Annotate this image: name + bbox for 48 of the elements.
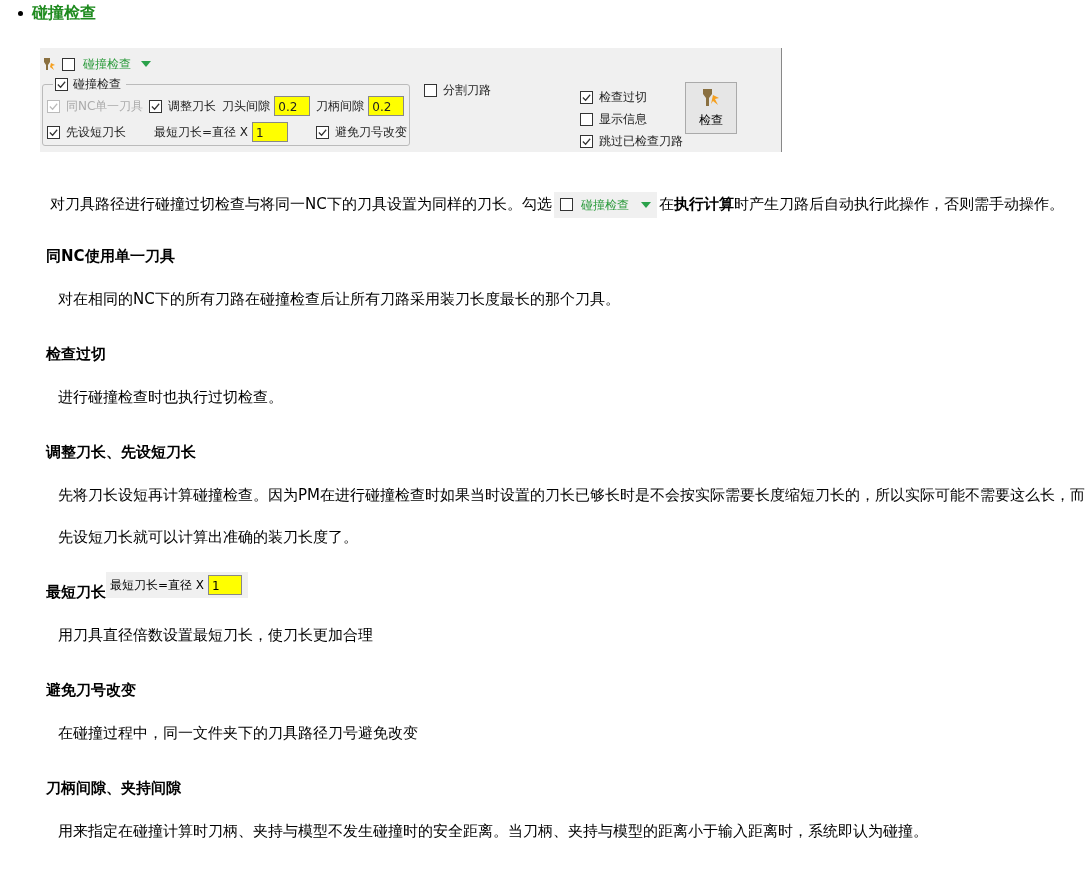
- check-button[interactable]: 检查: [685, 82, 737, 134]
- subsection-title: 调整刀长、先设短刀长: [46, 443, 196, 463]
- field-label: 刀头间隙: [222, 97, 271, 115]
- checkbox[interactable]: [55, 78, 68, 91]
- paragraph-text: 对刀具路径进行碰撞过切检查与将同一NC下的刀具设置为同样的刀长。勾选: [50, 195, 552, 213]
- checkbox-label: 调整刀长: [168, 97, 217, 115]
- checkbox-label: 显示信息: [599, 111, 647, 128]
- cutter-icon: [42, 57, 56, 71]
- checkbox[interactable]: [316, 125, 330, 139]
- field-label: 最短刀长=直径 X: [154, 123, 249, 141]
- checkbox-label: 避免刀号改变: [335, 123, 408, 141]
- field-label: 刀柄间隙: [316, 97, 365, 115]
- toolbar-label: 碰撞检查: [580, 196, 629, 214]
- checkbox-label: 跳过已检查刀路: [599, 133, 683, 150]
- checkbox[interactable]: [580, 135, 593, 148]
- bullet-icon: [18, 10, 23, 16]
- description-text: 在碰撞过程中，同一文件夹下的刀具路径刀号避免改变: [57, 723, 419, 744]
- input-field[interactable]: 0.2: [368, 96, 405, 116]
- input-field[interactable]: 0.2: [274, 96, 311, 116]
- checkbox-label: 分割刀路: [443, 82, 491, 99]
- checkbox[interactable]: [424, 84, 437, 97]
- checkbox[interactable]: [62, 57, 75, 71]
- group-title: 碰撞检查: [73, 76, 121, 93]
- cutter-collision-icon: [701, 87, 721, 108]
- checkbox[interactable]: [149, 99, 163, 113]
- input-field: 1: [208, 575, 243, 595]
- checkbox[interactable]: [47, 125, 60, 139]
- checkbox-label: 检查过切: [599, 89, 647, 106]
- checkbox[interactable]: [559, 198, 573, 211]
- section-heading: 碰撞检查: [32, 2, 96, 24]
- field-label: 最短刀长=直径 X: [110, 576, 205, 594]
- input-field[interactable]: 1: [252, 122, 289, 142]
- subsection-title: 避免刀号改变: [46, 681, 136, 701]
- caret-icon: [640, 201, 651, 208]
- subsection-title: 刀柄间隙、夹持间隙: [46, 779, 181, 799]
- checkbox[interactable]: [580, 113, 593, 126]
- checkbox[interactable]: [580, 91, 593, 104]
- subsection-title: 同NC使用单一刀具: [46, 247, 175, 267]
- subsection-title: 最短刀长: [46, 583, 106, 603]
- paragraph-text: 在执行计算时产生刀路后自动执行此操作，否则需手动操作。: [658, 195, 1064, 213]
- caret-icon[interactable]: [141, 61, 151, 67]
- description-text: 对在相同的NC下的所有刀路在碰撞检查后让所有刀路采用装刀长度最长的那个刀具。: [57, 289, 621, 310]
- description-text: 用刀具直径倍数设置最短刀长，使刀长更加合理: [57, 625, 374, 646]
- description-text: 进行碰撞检查时也执行过切检查。: [57, 387, 284, 408]
- subsection-title: 检查过切: [46, 345, 106, 365]
- description-text: 先将刀长设短再计算碰撞检查。因为PM在进行碰撞检查时如果当时设置的刀长已够长时是不会按实际需要长度缩短刀长的，所以实际可能不需要这么长，而先设短刀长就可以计算出准确的装刀长度了。: [57, 485, 1086, 548]
- description-text: 用来指定在碰撞计算时刀柄、夹持与模型不发生碰撞时的安全距离。当刀柄、夹持与模型的距离小于输入距离时，系统即认为碰撞。: [57, 821, 929, 842]
- checkbox-label: 先设短刀长: [66, 123, 126, 141]
